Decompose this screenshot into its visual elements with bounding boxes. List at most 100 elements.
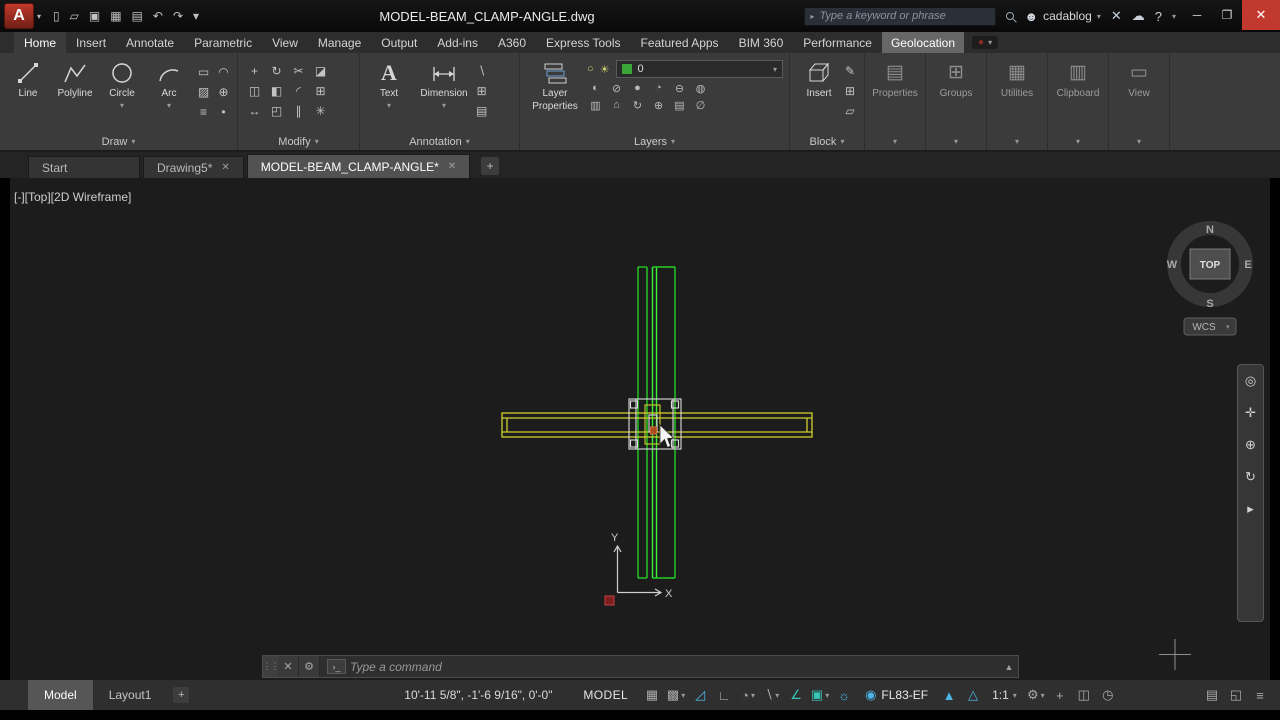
layer-dropdown[interactable]: 0 ▾ — [615, 60, 783, 78]
rotate-icon[interactable]: ↻ — [266, 61, 287, 80]
text-button[interactable]: A Text ▾ — [366, 57, 412, 133]
workspace-switching-icon[interactable]: ⚙ ▾ — [1024, 687, 1048, 703]
full-navigation-wheel-icon[interactable]: ◎ — [1245, 373, 1256, 389]
search-scope-arrow-icon[interactable]: ▸ — [810, 12, 814, 21]
minimize-button[interactable]: ─ — [1182, 0, 1212, 30]
tray-plot-icon[interactable]: ▤ — [1200, 687, 1224, 703]
plot-icon[interactable]: ▤ — [132, 9, 143, 23]
utilities-panel[interactable]: ▦ Utilities ▾ — [987, 53, 1048, 150]
new-tab-button[interactable]: + — [481, 157, 500, 175]
file-tab-drawing5[interactable]: Drawing5* ✕ — [143, 156, 244, 178]
create-block-icon[interactable]: ⊞ — [845, 84, 855, 98]
showmotion-icon[interactable]: ▸ — [1247, 501, 1254, 517]
mirror-icon[interactable]: ◧ — [266, 81, 287, 100]
viewcube-face-label[interactable]: TOP — [1200, 260, 1221, 271]
copy-icon[interactable]: ◫ — [244, 81, 265, 100]
erase-icon[interactable]: ◪ — [310, 61, 331, 80]
open-file-icon[interactable]: ▱ — [70, 9, 79, 23]
viewcube[interactable]: N W E S TOP WCS ▾ — [1160, 212, 1260, 344]
insert-button[interactable]: Insert — [796, 57, 842, 133]
close-tab-icon[interactable]: ✕ — [448, 161, 456, 172]
zoom-icon[interactable]: ⊕ — [1245, 437, 1256, 453]
ribbon-tab-performance[interactable]: Performance — [793, 32, 882, 53]
ribbon-tab-express-tools[interactable]: Express Tools — [536, 32, 630, 53]
dimension-button[interactable]: Dimension ▾ — [415, 57, 473, 133]
snap-mode-icon[interactable]: ▩ ▾ — [664, 687, 688, 703]
ribbon-tab-a360[interactable]: A360 — [488, 32, 536, 53]
help-icon[interactable]: ? — [1155, 9, 1162, 24]
table-icon[interactable]: ⊞ — [476, 84, 487, 98]
wcs-dropdown[interactable]: WCS ▾ — [1183, 317, 1237, 336]
command-customize-icon[interactable]: ⚙ — [299, 656, 320, 677]
layer-copy-icon[interactable]: ▤ — [671, 99, 688, 112]
layer-lock-icon[interactable]: ⊘ — [608, 82, 625, 95]
hatch-icon[interactable]: ▨ — [194, 82, 213, 101]
file-tab-start[interactable]: Start — [28, 156, 140, 178]
model-canvas[interactable]: Y X — [0, 178, 1280, 680]
ribbon-tab-home[interactable]: Home — [14, 32, 67, 53]
redo-icon[interactable]: ↷ — [173, 9, 183, 23]
groups-panel[interactable]: ⊞ Groups ▾ — [926, 53, 987, 150]
line-button[interactable]: Line — [6, 57, 50, 133]
modify-panel-label[interactable]: Modify ▾ — [238, 133, 359, 150]
command-line-grip[interactable]: ⋮⋮ — [263, 656, 280, 677]
ribbon-tab-addins[interactable]: Add-ins — [427, 32, 488, 53]
beam-clamp[interactable] — [628, 398, 682, 450]
layers-panel-label[interactable]: Layers ▾ — [520, 133, 789, 150]
undo-icon[interactable]: ↶ — [153, 9, 163, 23]
model-tab[interactable]: Model — [28, 680, 93, 710]
view-panel[interactable]: ▭ View ▾ — [1109, 53, 1170, 150]
properties-panel[interactable]: ▤ Properties ▾ — [865, 53, 926, 150]
layout1-tab[interactable]: Layout1 — [93, 680, 168, 710]
chevron-down-icon[interactable]: ▾ — [37, 12, 41, 21]
ribbon-tab-view[interactable]: View — [262, 32, 308, 53]
polar-tracking-icon[interactable]: ◔ ▾ — [736, 688, 760, 703]
chevron-down-icon[interactable]: ▾ — [1172, 12, 1176, 21]
clean-screen-icon[interactable]: ◱ — [1224, 687, 1248, 703]
model-space-button[interactable]: MODEL — [571, 688, 640, 702]
move-icon[interactable]: + — [244, 61, 265, 80]
account-signin[interactable]: ☻ cadablog ▾ — [1024, 9, 1100, 24]
rectangle-icon[interactable]: ▭ — [194, 62, 213, 81]
isolate-objects-icon[interactable]: ◫ — [1072, 687, 1096, 703]
layer-states-icon[interactable]: ◍ — [692, 82, 709, 95]
a360-sync-icon[interactable]: ✕ — [1111, 8, 1122, 24]
layer-match-icon[interactable]: ◔ — [650, 82, 667, 95]
osnap-tracking-icon[interactable]: ∠ — [784, 687, 808, 703]
layer-walk-icon[interactable]: ▥ — [587, 99, 604, 112]
annotation-scale-button[interactable]: 1:1 ▾ — [985, 688, 1024, 702]
ribbon-tab-parametric[interactable]: Parametric — [184, 32, 262, 53]
layer-current-icon[interactable]: ⌂ — [608, 99, 625, 112]
circle-button[interactable]: Circle ▾ — [100, 57, 144, 133]
explode-icon[interactable]: ✳ — [310, 101, 331, 120]
grid-display-icon[interactable]: ▦ — [640, 687, 664, 703]
block-attributes-icon[interactable]: ▱ — [845, 104, 855, 118]
draw-panel-label[interactable]: Draw ▾ — [0, 133, 237, 150]
close-button[interactable]: ✕ — [1242, 0, 1280, 30]
ribbon-tab-geolocation[interactable]: Geolocation — [881, 32, 965, 53]
orbit-icon[interactable]: ↻ — [1245, 469, 1256, 485]
search-icon[interactable] — [1006, 12, 1015, 20]
ribbon-tab-insert[interactable]: Insert — [66, 32, 116, 53]
graphics-performance-icon[interactable]: ◷ — [1096, 687, 1120, 703]
ribbon-tab-bim360[interactable]: BIM 360 — [729, 32, 794, 53]
file-tab-model-beam-clamp-angle[interactable]: MODEL-BEAM_CLAMP-ANGLE* ✕ — [246, 154, 471, 178]
ribbon-display-toggle[interactable]: ● ▾ — [972, 36, 999, 49]
stretch-icon[interactable]: ↔ — [244, 101, 265, 120]
save-icon[interactable]: ▣ — [89, 9, 100, 23]
gradient-icon[interactable]: ⊕ — [214, 82, 233, 101]
layer-delete-icon[interactable]: ∅ — [692, 99, 709, 112]
new-file-icon[interactable]: ▯ — [53, 9, 60, 23]
isometric-drafting-icon[interactable]: ∖ ▾ — [760, 687, 784, 703]
command-input[interactable] — [350, 656, 1000, 677]
arc-button[interactable]: Arc ▾ — [147, 57, 191, 133]
save-as-icon[interactable]: ▦ — [110, 9, 121, 23]
clipboard-panel[interactable]: ▥ Clipboard ▾ — [1048, 53, 1109, 150]
cloud-status-icon[interactable]: ☁ — [1132, 8, 1145, 24]
ellipse-icon[interactable]: ◠ — [214, 62, 233, 81]
polyline-button[interactable]: Polyline — [53, 57, 97, 133]
point-icon[interactable]: • — [214, 102, 233, 121]
object-snap-icon[interactable]: ▣ ▾ — [808, 687, 832, 703]
trim-icon[interactable]: ✂ — [288, 61, 309, 80]
edit-block-icon[interactable]: ✎ — [845, 64, 855, 78]
